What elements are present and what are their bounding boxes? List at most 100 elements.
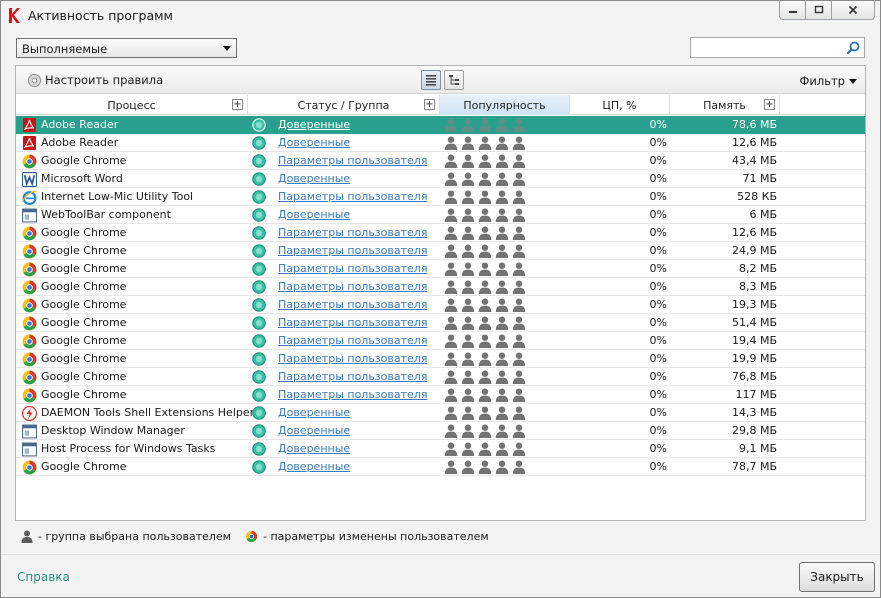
list-view-button[interactable] xyxy=(421,70,441,90)
help-link[interactable]: Справка xyxy=(17,570,70,584)
table-row[interactable]: Desktop Window Manager Доверенные 0% 29,8 М… xyxy=(16,422,865,440)
tree-view-button[interactable] xyxy=(444,70,464,90)
group-link[interactable]: Доверенные xyxy=(278,460,350,473)
person-icon xyxy=(512,262,526,276)
status-trusted-icon xyxy=(252,172,266,186)
group-link[interactable]: Параметры пользователя xyxy=(278,280,427,293)
popularity-indicator xyxy=(444,298,529,312)
table-row[interactable]: Host Process for Windows Tasks Доверенные… xyxy=(16,440,865,458)
group-link[interactable]: Параметры пользователя xyxy=(278,298,427,311)
table-row[interactable]: Adobe Reader Доверенные 0% 12,6 МБ xyxy=(16,134,865,152)
grid-toolbar: Настроить правила Фильтр xyxy=(16,66,865,94)
maximize-button[interactable] xyxy=(805,1,832,20)
filter-button[interactable]: Фильтр xyxy=(799,74,857,88)
person-icon xyxy=(495,352,509,366)
popularity-indicator xyxy=(444,208,529,222)
group-link[interactable]: Параметры пользователя xyxy=(278,262,427,275)
close-window-button[interactable] xyxy=(831,1,875,20)
group-link[interactable]: Доверенные xyxy=(278,172,350,185)
memory-value: 528 КБ xyxy=(737,190,777,203)
table-row[interactable]: Google Chrome Параметры пользователя 0% 51,… xyxy=(16,314,865,332)
memory-value: 78,7 МБ xyxy=(731,460,777,473)
table-row[interactable]: Google Chrome Параметры пользователя 0% 8,3… xyxy=(16,278,865,296)
table-row[interactable]: Microsoft Word Доверенные 0% 71 МБ xyxy=(16,170,865,188)
person-icon xyxy=(461,388,475,402)
person-icon xyxy=(495,406,509,420)
table-row[interactable]: Adobe Reader Доверенные 0% 78,6 МБ xyxy=(16,116,865,134)
memory-value: 12,6 МБ xyxy=(731,226,777,239)
table-row[interactable]: Internet Low-Mic Utility Tool Параметры п… xyxy=(16,188,865,206)
column-header-process[interactable]: Процесс + xyxy=(16,95,248,115)
person-icon xyxy=(461,190,475,204)
window-controls xyxy=(779,1,875,20)
table-row[interactable]: Google Chrome Параметры пользователя 0% 19,… xyxy=(16,332,865,350)
table-row[interactable]: Google Chrome Параметры пользователя 0% 8,2… xyxy=(16,260,865,278)
popularity-indicator xyxy=(444,244,529,258)
process-filter-dropdown[interactable]: Выполняемые xyxy=(16,38,237,58)
table-row[interactable]: Google Chrome Параметры пользователя 0% 24,… xyxy=(16,242,865,260)
cpu-value: 0% xyxy=(649,244,667,257)
group-link[interactable]: Доверенные xyxy=(278,118,350,131)
status-trusted-icon xyxy=(252,208,266,222)
group-link[interactable]: Параметры пользователя xyxy=(278,370,427,383)
person-icon xyxy=(444,118,458,132)
column-header-status[interactable]: Статус / Группа + xyxy=(248,95,440,115)
group-link[interactable]: Доверенные xyxy=(278,208,350,221)
maximize-icon xyxy=(814,5,823,14)
expand-column-icon[interactable]: + xyxy=(764,99,775,110)
person-icon xyxy=(495,442,509,456)
person-icon xyxy=(461,262,475,276)
person-icon xyxy=(495,154,509,168)
group-link[interactable]: Доверенные xyxy=(278,442,350,455)
memory-value: 19,4 МБ xyxy=(731,334,777,347)
expand-column-icon[interactable]: + xyxy=(424,99,435,110)
person-icon xyxy=(478,388,492,402)
group-link[interactable]: Параметры пользователя xyxy=(278,388,427,401)
search-icon[interactable] xyxy=(847,41,860,54)
group-link[interactable]: Параметры пользователя xyxy=(278,352,427,365)
chrome-icon xyxy=(22,316,37,331)
cpu-value: 0% xyxy=(649,460,667,473)
configure-rules-button[interactable]: Настроить правила xyxy=(27,72,163,88)
table-row[interactable]: Google Chrome Параметры пользователя 0% 43,… xyxy=(16,152,865,170)
table-row[interactable]: Google Chrome Доверенные 0% 78,7 МБ xyxy=(16,458,865,476)
table-row[interactable]: Google Chrome Параметры пользователя 0% 19,… xyxy=(16,296,865,314)
column-header-popularity[interactable]: Популярность xyxy=(440,95,570,115)
popularity-indicator xyxy=(444,262,529,276)
group-link[interactable]: Доверенные xyxy=(278,424,350,437)
group-link[interactable]: Параметры пользователя xyxy=(278,244,427,257)
chrome-icon xyxy=(22,154,37,169)
group-link[interactable]: Доверенные xyxy=(278,406,350,419)
column-header-memory[interactable]: Память + xyxy=(670,95,780,115)
person-icon xyxy=(512,226,526,240)
person-icon xyxy=(495,280,509,294)
minimize-button[interactable] xyxy=(779,1,806,20)
person-icon xyxy=(495,262,509,276)
person-icon xyxy=(478,316,492,330)
group-link[interactable]: Параметры пользователя xyxy=(278,316,427,329)
expand-column-icon[interactable]: + xyxy=(232,99,243,110)
search-input[interactable] xyxy=(690,37,865,58)
close-button[interactable]: Закрыть xyxy=(799,562,875,592)
group-link[interactable]: Доверенные xyxy=(278,136,350,149)
table-row[interactable]: Google Chrome Параметры пользователя 0% 117… xyxy=(16,386,865,404)
column-header-cpu[interactable]: ЦП, % xyxy=(570,95,670,115)
table-row[interactable]: Google Chrome Параметры пользователя 0% 12,… xyxy=(16,224,865,242)
cpu-value: 0% xyxy=(649,280,667,293)
process-list: Adobe Reader Доверенные 0% 78,6 МБ Adobe Rea… xyxy=(16,116,865,476)
person-icon xyxy=(444,370,458,384)
group-link[interactable]: Параметры пользователя xyxy=(278,226,427,239)
group-link[interactable]: Параметры пользователя xyxy=(278,334,427,347)
cpu-value: 0% xyxy=(649,136,667,149)
process-name: Internet Low-Mic Utility Tool xyxy=(41,190,194,203)
table-row[interactable]: DAEMON Tools Shell Extensions Helper Дове… xyxy=(16,404,865,422)
person-icon xyxy=(444,190,458,204)
process-name: Google Chrome xyxy=(41,316,127,329)
table-row[interactable]: WebToolBar component Доверенные 0% 6 МБ xyxy=(16,206,865,224)
table-row[interactable]: Google Chrome Параметры пользователя 0% 76,… xyxy=(16,368,865,386)
group-link[interactable]: Параметры пользователя xyxy=(278,190,427,203)
group-link[interactable]: Параметры пользователя xyxy=(278,154,427,167)
process-name: Adobe Reader xyxy=(41,118,119,131)
person-icon xyxy=(461,136,475,150)
table-row[interactable]: Google Chrome Параметры пользователя 0% 19,… xyxy=(16,350,865,368)
